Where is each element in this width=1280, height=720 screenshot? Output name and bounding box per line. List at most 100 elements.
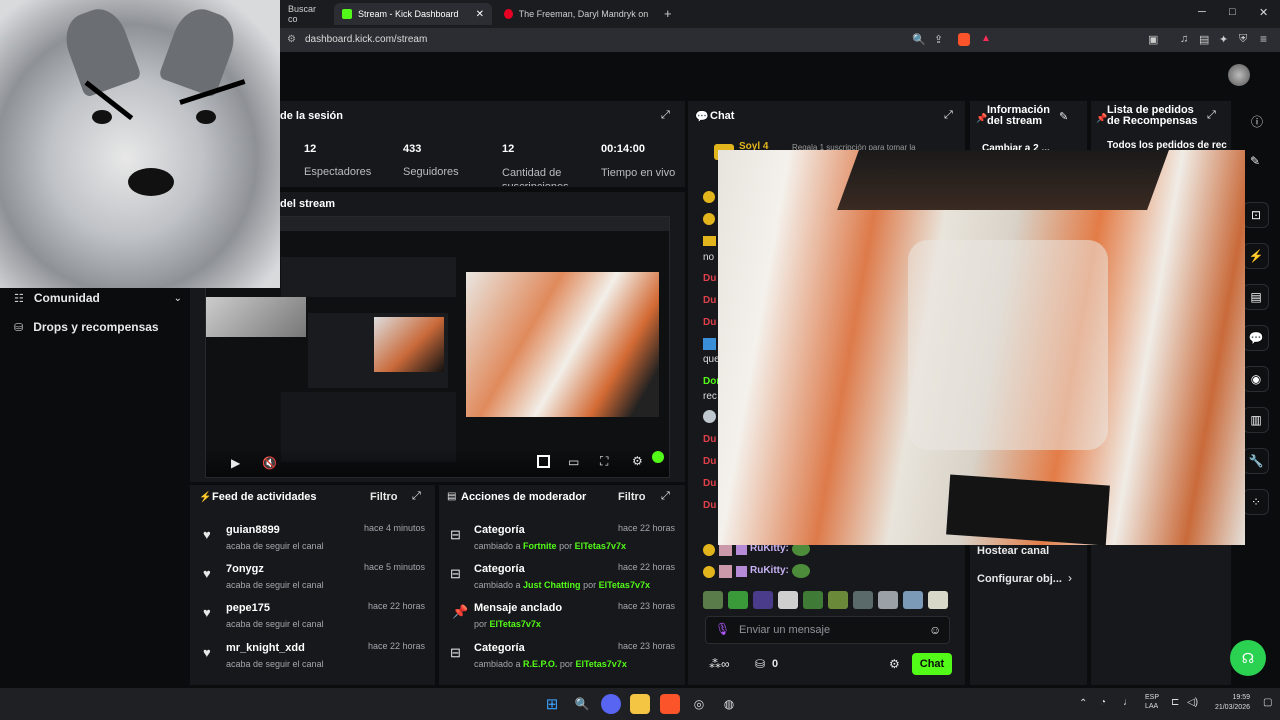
wifi-icon[interactable]: ⊏ — [1171, 697, 1179, 708]
vpn-icon[interactable]: ⛨ — [1239, 33, 1247, 46]
configure-goal-button[interactable]: Configurar obj... — [977, 573, 1062, 585]
settings-icon[interactable]: ⚙ — [889, 657, 900, 671]
badge-icon — [703, 566, 715, 578]
tab-kick-dashboard[interactable]: Stream - Kick Dashboard ✕ — [334, 3, 492, 25]
network-tray-icon[interactable]: ◔ — [1100, 697, 1106, 708]
file-explorer-icon[interactable] — [630, 694, 650, 714]
sidebar-toggle-icon[interactable]: ▣ — [1148, 33, 1158, 46]
filter-button[interactable]: Filtro — [618, 491, 646, 503]
info-icon[interactable]: ⓘ — [1251, 113, 1263, 130]
expand-icon[interactable]: ⤢ — [1207, 109, 1216, 122]
follower-name[interactable]: guian8899 — [226, 524, 280, 536]
menu-icon[interactable]: ≡ — [1260, 32, 1267, 46]
filter-button[interactable]: Filtro — [370, 491, 398, 503]
broadcast-icon[interactable]: ◉ — [1243, 366, 1269, 392]
emote-icon[interactable] — [803, 591, 823, 609]
mute-icon[interactable]: 🔇 — [262, 456, 277, 470]
edit-icon[interactable]: ✎ — [1250, 154, 1260, 168]
url-field[interactable]: dashboard.kick.com/stream — [305, 34, 427, 45]
close-tab-icon[interactable]: ✕ — [476, 9, 484, 20]
follower-name[interactable]: mr_knight_xdd — [226, 642, 305, 654]
site-info-icon[interactable]: ⚙ — [287, 34, 296, 45]
discord-icon[interactable] — [601, 694, 621, 714]
emote-icon[interactable] — [903, 591, 923, 609]
expand-icon[interactable]: ⤢ — [944, 109, 953, 122]
fullscreen-icon[interactable]: ⛶ — [600, 454, 608, 469]
layout-icon[interactable]: ▥ — [1243, 407, 1269, 433]
emote-icon[interactable] — [778, 591, 798, 609]
edit-icon[interactable]: ✎ — [1059, 110, 1068, 123]
brave-icon[interactable] — [660, 694, 680, 714]
gift-icon: ⛁ — [14, 321, 24, 334]
sidebar-item-comunidad[interactable]: ☷ Comunidad ⌄ — [14, 290, 182, 306]
gift-icon[interactable]: ⛁ — [755, 657, 765, 671]
chat-icon[interactable]: 💬 — [1243, 325, 1269, 351]
activity-text: acaba de seguir el canal — [226, 659, 324, 669]
emote-icon[interactable] — [828, 591, 848, 609]
badge-icon — [703, 213, 715, 225]
action-detail: cambiado a R.E.P.O. por ElTetas7v7x — [474, 659, 627, 669]
new-tab-button[interactable]: + — [664, 6, 672, 21]
chevron-right-icon[interactable]: › — [1068, 571, 1072, 585]
emoji-icon[interactable]: ☺ — [929, 623, 941, 637]
leo-ai-icon[interactable]: ✦ — [1219, 33, 1228, 46]
zoom-icon[interactable]: 🔍 — [912, 33, 926, 46]
maximize-button[interactable]: □ — [1229, 6, 1236, 18]
avatar[interactable] — [1228, 64, 1250, 86]
minimize-button[interactable]: ─ — [1198, 6, 1206, 18]
support-button[interactable]: ☊ — [1230, 640, 1266, 676]
follower-name[interactable]: 7onygz — [226, 563, 264, 575]
volume-icon[interactable]: ◁) — [1187, 697, 1198, 708]
crown-icon — [703, 236, 716, 246]
emote-icon[interactable] — [728, 591, 748, 609]
settings-icon[interactable]: ⚙ — [632, 454, 643, 468]
category-icon: ⊟ — [450, 527, 461, 542]
microphone-icon[interactable]: 🎙 — [715, 622, 730, 636]
sidebar-item-drops[interactable]: ⛁ Drops y recompensas — [14, 319, 182, 335]
brave-rewards-icon[interactable]: ▲ — [981, 33, 991, 44]
tab-search[interactable]: Buscar co — [280, 3, 334, 25]
clock[interactable]: 19:59 21/03/2026 — [1206, 693, 1250, 713]
notification-icon[interactable]: ▢ — [1263, 697, 1272, 708]
windows-start-icon[interactable]: ⊞ — [542, 694, 562, 714]
tray-chevron-icon[interactable]: ⌃ — [1079, 698, 1087, 709]
send-chat-button[interactable]: Chat — [912, 653, 952, 675]
host-channel-button[interactable]: Hostear canal — [977, 545, 1049, 557]
pin-icon: 📌 — [452, 604, 469, 619]
camera-icon[interactable]: ⊡ — [1243, 202, 1269, 228]
picture-in-picture-icon[interactable] — [537, 455, 550, 468]
chat-fragment: Du — [703, 456, 717, 467]
app-icon[interactable]: ◍ — [719, 694, 739, 714]
chevron-down-icon[interactable]: ⌄ — [174, 293, 182, 304]
expand-icon[interactable]: ⤢ — [412, 490, 421, 503]
search-icon[interactable]: 🔍 — [572, 694, 592, 714]
obs-icon[interactable]: ◎ — [689, 694, 709, 714]
expand-icon[interactable]: ⤢ — [661, 109, 670, 122]
music-icon[interactable]: ♫ — [1180, 33, 1188, 45]
bolt-icon[interactable]: ⚡ — [1243, 243, 1269, 269]
emote-icon[interactable] — [853, 591, 873, 609]
share-icon[interactable]: ⇪ — [934, 33, 943, 46]
apps-icon[interactable]: ⁘ — [1243, 489, 1269, 515]
language-indicator[interactable]: ESP LAA — [1145, 693, 1159, 711]
users-icon[interactable]: ⁂∞ — [709, 657, 730, 671]
tab-artstation[interactable]: The Freeman, Daryl Mandryk on ArtS — [496, 3, 656, 25]
emote-icon[interactable] — [878, 591, 898, 609]
action-title: Mensaje anclado — [474, 602, 563, 614]
follower-name[interactable]: pepe175 — [226, 602, 270, 614]
document-icon[interactable]: ▤ — [1243, 284, 1269, 310]
expand-icon[interactable]: ⤢ — [661, 490, 670, 503]
panel-title: Feed de actividades — [212, 491, 317, 503]
chat-username[interactable]: RuKitty: — [750, 565, 789, 576]
emote-icon[interactable] — [753, 591, 773, 609]
close-window-button[interactable]: ✕ — [1259, 6, 1268, 19]
emote-icon[interactable] — [703, 591, 723, 609]
wallet-icon[interactable]: ▤ — [1199, 33, 1209, 46]
theater-icon[interactable]: ▭ — [568, 455, 579, 469]
wrench-icon[interactable]: 🔧 — [1243, 448, 1269, 474]
mic-tray-icon[interactable]: ♩ — [1123, 697, 1133, 708]
play-icon[interactable]: ▶ — [231, 456, 240, 470]
brave-shield-icon[interactable] — [958, 33, 970, 46]
stat-label: Cantidad de suscripciones — [502, 167, 569, 186]
emote-icon[interactable] — [928, 591, 948, 609]
